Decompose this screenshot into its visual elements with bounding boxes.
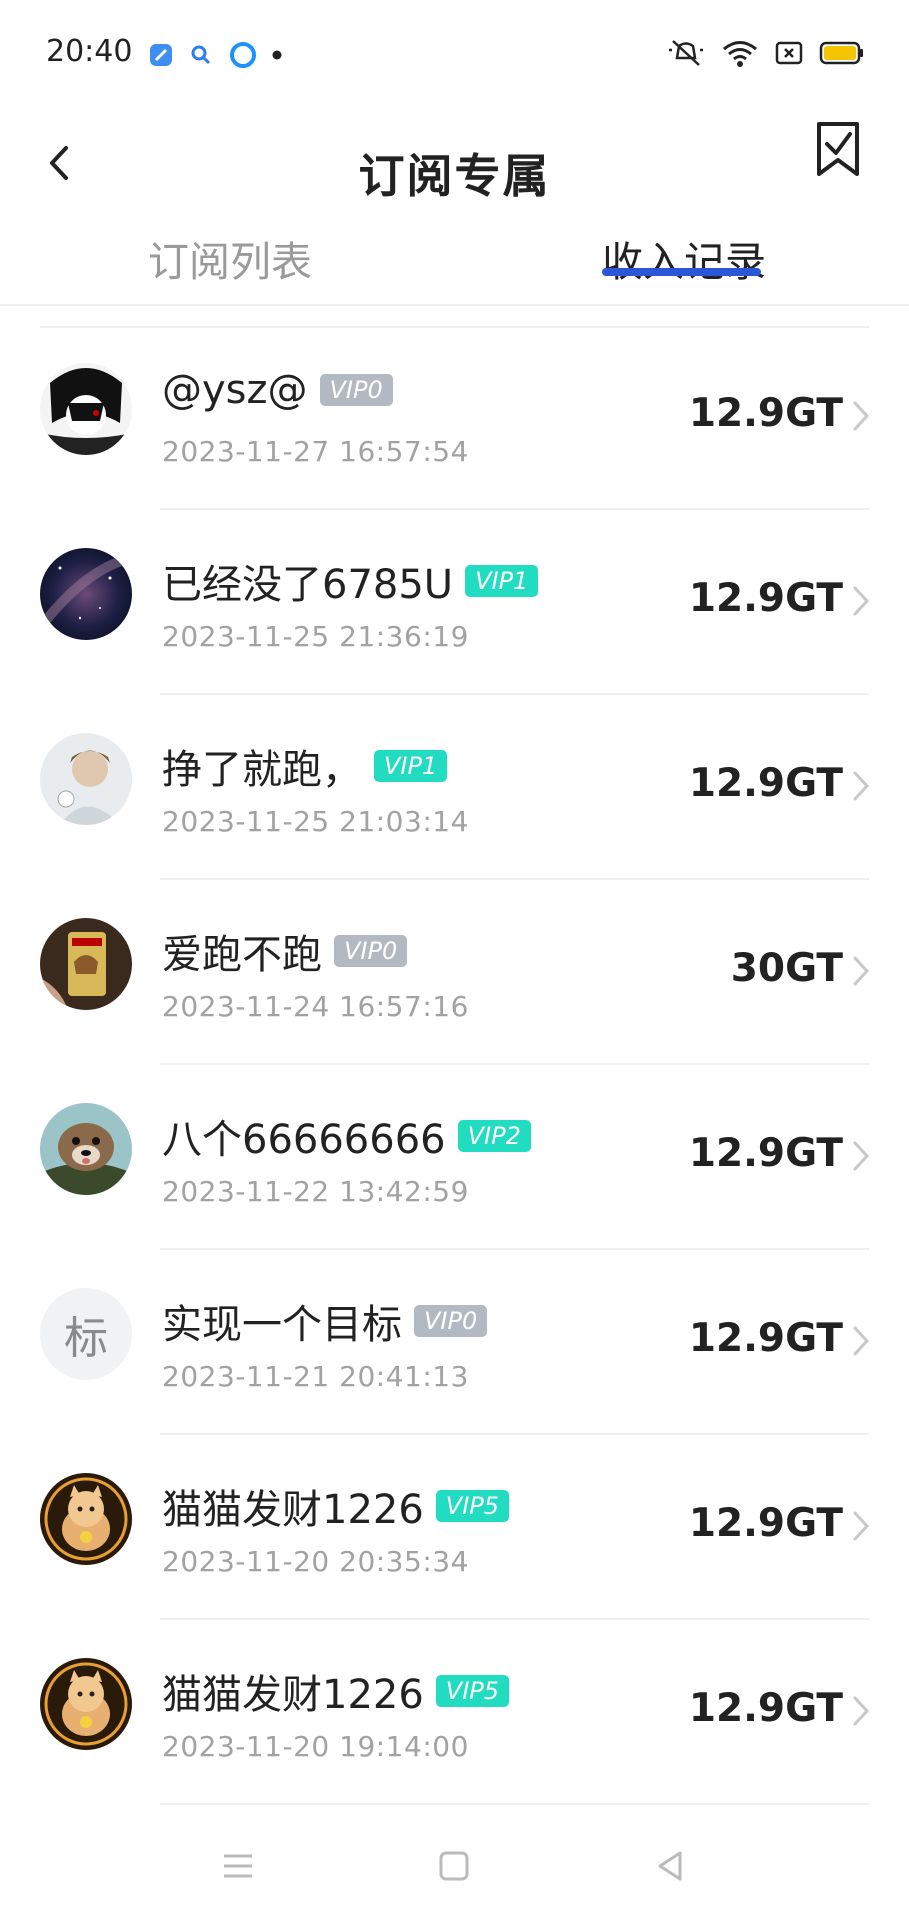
vip-badge: VIP0 — [319, 374, 393, 406]
chevron-right-icon — [853, 586, 870, 616]
vip-badge: VIP5 — [435, 1675, 510, 1707]
list-item[interactable]: 八个66666666 VIP2 2023-11-22 13:42:59 12.9… — [0, 1065, 909, 1250]
avatar — [40, 1473, 132, 1565]
user-name: 猫猫发财1226 — [162, 1672, 424, 1718]
user-name: 实现一个目标 — [162, 1302, 402, 1348]
wifi-icon — [723, 41, 757, 67]
avatar — [40, 363, 132, 455]
record-amount: 30GT — [730, 946, 843, 991]
menu-icon[interactable] — [220, 1848, 256, 1884]
record-amount: 12.9GT — [688, 576, 843, 621]
record-time: 2023-11-25 21:36:19 — [162, 620, 469, 653]
user-name: @ysz@ — [162, 367, 308, 413]
user-name: 已经没了6785U — [162, 562, 454, 608]
tab-bar: 订阅列表 收入记录 — [0, 220, 909, 306]
record-amount: 12.9GT — [688, 1131, 843, 1176]
user-name: 爱跑不跑 — [162, 932, 322, 978]
list-item[interactable]: 挣了就跑， VIP1 2023-11-25 21:03:14 12.9GT — [0, 695, 909, 880]
battery-icon — [819, 41, 863, 65]
list-item[interactable]: 爱跑不跑 VIP0 2023-11-24 16:57:16 30GT — [0, 880, 909, 1065]
income-record-list: @ysz@ VIP0 2023-11-27 16:57:54 12.9GT 已经… — [0, 325, 909, 1805]
user-name: 八个66666666 — [162, 1117, 446, 1163]
record-time: 2023-11-25 21:03:14 — [162, 805, 469, 838]
active-tab-indicator — [602, 268, 761, 276]
avatar — [40, 548, 132, 640]
avatar: 标 — [40, 1288, 132, 1380]
tab-income-records[interactable]: 收入记录 — [602, 228, 766, 288]
list-item[interactable]: @ysz@ VIP0 2023-11-27 16:57:54 12.9GT — [0, 325, 909, 510]
list-item[interactable]: 猫猫发财1226 VIP5 2023-11-20 19:14:00 12.9GT — [0, 1620, 909, 1805]
vip-badge: VIP5 — [435, 1490, 510, 1522]
status-bar: 20:40 — [0, 0, 909, 110]
chevron-right-icon — [853, 1141, 870, 1171]
navigation-bar: 订阅专属 — [0, 110, 909, 220]
tab-subscription-list[interactable]: 订阅列表 — [148, 228, 312, 288]
record-time: 2023-11-22 13:42:59 — [162, 1175, 469, 1208]
browser-app-icon — [230, 42, 256, 68]
avatar — [40, 1658, 132, 1750]
home-icon[interactable] — [436, 1848, 472, 1884]
app-notification-icon — [150, 44, 172, 66]
list-item[interactable]: 标 实现一个目标 VIP0 2023-11-21 20:41:13 12.9GT — [0, 1250, 909, 1435]
vip-badge: VIP1 — [465, 565, 539, 597]
dot-icon — [272, 50, 282, 60]
no-sim-icon — [775, 41, 803, 65]
divider — [160, 1803, 869, 1805]
record-amount: 12.9GT — [688, 761, 843, 806]
record-amount: 12.9GT — [688, 391, 843, 436]
list-item[interactable]: 猫猫发财1226 VIP5 2023-11-20 20:35:34 12.9GT — [0, 1435, 909, 1620]
chevron-right-icon — [853, 1696, 870, 1726]
page-title: 订阅专属 — [358, 149, 551, 203]
chevron-right-icon — [853, 771, 870, 801]
record-time: 2023-11-20 19:14:00 — [162, 1730, 469, 1763]
system-navigation-bar — [0, 1810, 909, 1920]
user-name: 挣了就跑， — [162, 747, 362, 793]
vip-badge: VIP2 — [457, 1120, 531, 1152]
vip-badge: VIP0 — [414, 1305, 488, 1337]
record-amount: 12.9GT — [688, 1316, 843, 1361]
status-time: 20:40 — [46, 34, 133, 69]
vip-badge: VIP1 — [374, 750, 448, 782]
bookmark-check-icon[interactable] — [805, 116, 871, 182]
record-time: 2023-11-27 16:57:54 — [162, 435, 469, 468]
record-amount: 12.9GT — [688, 1501, 843, 1546]
user-name: 猫猫发财1226 — [162, 1487, 424, 1533]
chevron-right-icon — [853, 956, 870, 986]
chevron-right-icon — [853, 401, 870, 431]
record-time: 2023-11-20 20:35:34 — [162, 1545, 469, 1578]
back-icon[interactable] — [652, 1848, 688, 1884]
vip-badge: VIP0 — [334, 935, 408, 967]
record-time: 2023-11-24 16:57:16 — [162, 990, 469, 1023]
avatar — [40, 918, 132, 1010]
record-time: 2023-11-21 20:41:13 — [162, 1360, 469, 1393]
chevron-right-icon — [853, 1326, 870, 1356]
avatar — [40, 733, 132, 825]
record-amount: 12.9GT — [688, 1686, 843, 1731]
list-item[interactable]: 已经没了6785U VIP1 2023-11-25 21:36:19 12.9G… — [0, 510, 909, 695]
mute-icon — [669, 40, 703, 66]
search-app-icon — [191, 45, 211, 65]
chevron-right-icon — [853, 1511, 870, 1541]
avatar — [40, 1103, 132, 1195]
